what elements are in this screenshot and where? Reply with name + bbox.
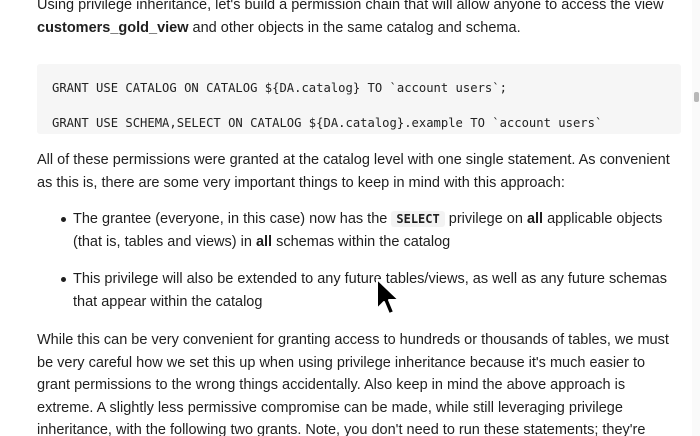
caution-line-5: inheritance, with the following two gran… [37, 422, 646, 436]
bullet-1-line-2: (that is, tables and views) in all schem… [73, 231, 677, 254]
list-item: This privilege will also be extended to … [37, 268, 677, 313]
approach-line-1: All of these permissions were granted at… [37, 152, 670, 168]
caution-line-2: be very careful how we set this up when … [37, 354, 646, 371]
bullet-1-text-e: schemas within the catalog [272, 233, 451, 250]
list-item: The grantee (everyone, in this case) now… [37, 208, 677, 253]
view-name: customers_gold_view [37, 19, 189, 36]
caution-line-4: extreme. A slightly less permissive comp… [37, 399, 623, 416]
considerations-list: The grantee (everyone, in this case) now… [37, 208, 677, 328]
caution-line-3: grant permissions to the wrong things ac… [37, 377, 626, 393]
caution-paragraph: While this can be very convenient for gr… [37, 329, 681, 436]
caution-line-1: While this can be very convenient for gr… [37, 332, 669, 348]
vertical-scrollbar[interactable] [692, 0, 700, 436]
intro-paragraph: Using privilege inheritance, let's build… [37, 0, 677, 39]
bullet-1-text-c: applicable objects [543, 211, 663, 227]
approach-paragraph: All of these permissions were granted at… [37, 149, 681, 194]
bullet-1-line-1: The grantee (everyone, in this case) now… [73, 208, 677, 231]
scrollbar-thumb[interactable] [694, 92, 699, 102]
code-line-2: GRANT USE SCHEMA,SELECT ON CATALOG ${DA.… [52, 116, 603, 130]
intro-line-2: customers_gold_view and other objects in… [37, 17, 677, 40]
code-block[interactable]: GRANT USE CATALOG ON CATALOG ${DA.catalo… [37, 64, 681, 134]
bullet-1-text-d: (that is, tables and views) in [73, 233, 256, 250]
intro-line-2-rest: and other objects in the same catalog an… [188, 19, 521, 36]
bullet-1-text-b: privilege on [444, 211, 527, 227]
intro-line-1: Using privilege inheritance, let's build… [37, 0, 664, 13]
mouse-pointer-icon [376, 278, 400, 315]
code-line-1: GRANT USE CATALOG ON CATALOG ${DA.catalo… [52, 81, 507, 95]
select-code: SELECT [391, 211, 445, 227]
bullet-1-bold-all-2: all [255, 233, 273, 250]
bullet-1-text-a: The grantee (everyone, in this case) now… [73, 211, 392, 227]
approach-line-2: as this is, there are some very importan… [37, 174, 565, 191]
bullet-1-bold-all: all [526, 211, 544, 227]
